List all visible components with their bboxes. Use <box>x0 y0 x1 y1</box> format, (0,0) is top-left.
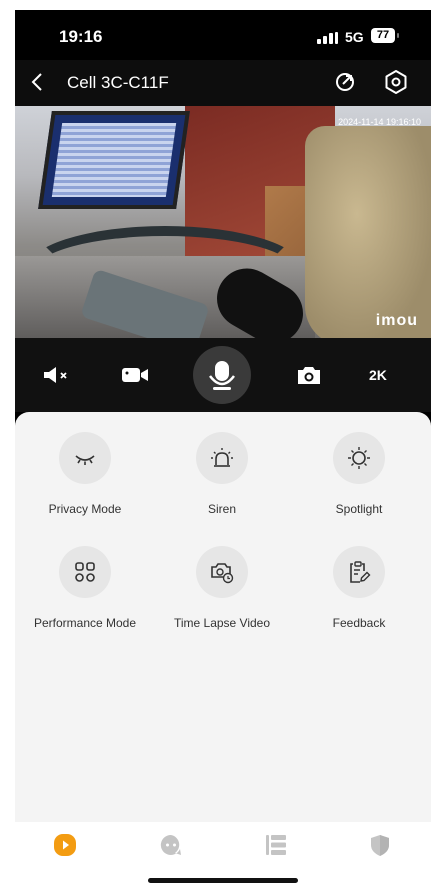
feature-label: Spotlight <box>335 502 383 516</box>
share-icon[interactable] <box>333 70 357 94</box>
back-icon[interactable] <box>27 69 49 95</box>
spotlight-button[interactable]: Spotlight <box>289 432 429 516</box>
privacy-mode-button[interactable]: Privacy Mode <box>15 432 155 516</box>
status-bar: 19:16 5G 77 <box>15 10 431 60</box>
app-screen: 19:16 5G 77 Cell 3C-C11F 2024-11-14 19:1… <box>15 10 431 892</box>
tab-records[interactable] <box>264 833 288 857</box>
record-video-icon[interactable] <box>119 363 151 387</box>
video-timestamp: 2024-11-14 19:16:10 <box>338 117 421 127</box>
mute-icon[interactable] <box>41 363 73 387</box>
live-video-feed[interactable]: 2024-11-14 19:16:10 imou <box>15 106 431 338</box>
light-bulb-icon <box>348 447 370 469</box>
battery-tip <box>397 33 399 38</box>
chat-icon <box>160 834 181 855</box>
grid-icon <box>75 562 95 582</box>
performance-mode-button[interactable]: Performance Mode <box>15 546 155 630</box>
feature-label: Time Lapse Video <box>173 616 271 630</box>
feature-label: Feedback <box>332 616 386 630</box>
list-icon <box>266 835 286 855</box>
settings-icon[interactable] <box>383 69 409 95</box>
clipboard-edit-icon <box>350 561 371 583</box>
feature-label: Privacy Mode <box>48 502 122 516</box>
feedback-button[interactable]: Feedback <box>289 546 429 630</box>
battery-icon: 77 <box>371 28 395 43</box>
video-scene-bottle <box>305 126 431 338</box>
brand-watermark: imou <box>375 312 418 329</box>
camera-clock-icon <box>211 563 234 584</box>
snapshot-icon[interactable] <box>293 363 325 387</box>
page-title: Cell 3C-C11F <box>67 73 169 92</box>
video-scene-monitor <box>38 111 190 209</box>
play-icon <box>54 834 76 856</box>
siren-button[interactable]: Siren <box>152 432 292 516</box>
nav-bar: Cell 3C-C11F <box>15 60 431 106</box>
time-lapse-video-button[interactable]: Time Lapse Video <box>152 546 292 630</box>
signal-icon <box>317 32 339 44</box>
feature-panel: Privacy Mode Siren Spotlight Performance… <box>15 412 431 822</box>
network-type: 5G <box>345 29 364 45</box>
home-indicator <box>148 878 298 883</box>
resolution-toggle[interactable]: 2K <box>369 367 387 383</box>
tab-live[interactable] <box>53 833 77 857</box>
siren-icon <box>211 448 233 467</box>
feature-label: Siren <box>207 502 236 516</box>
tab-messages[interactable] <box>159 833 183 857</box>
video-controls: 2K <box>15 338 431 412</box>
talk-button[interactable] <box>193 346 251 404</box>
microphone-icon <box>209 361 235 390</box>
feature-label: Performance Mode <box>33 616 137 630</box>
eye-closed-icon <box>75 455 95 465</box>
status-time: 19:16 <box>59 27 103 46</box>
tab-security[interactable] <box>368 833 392 857</box>
shield-icon <box>371 835 389 856</box>
